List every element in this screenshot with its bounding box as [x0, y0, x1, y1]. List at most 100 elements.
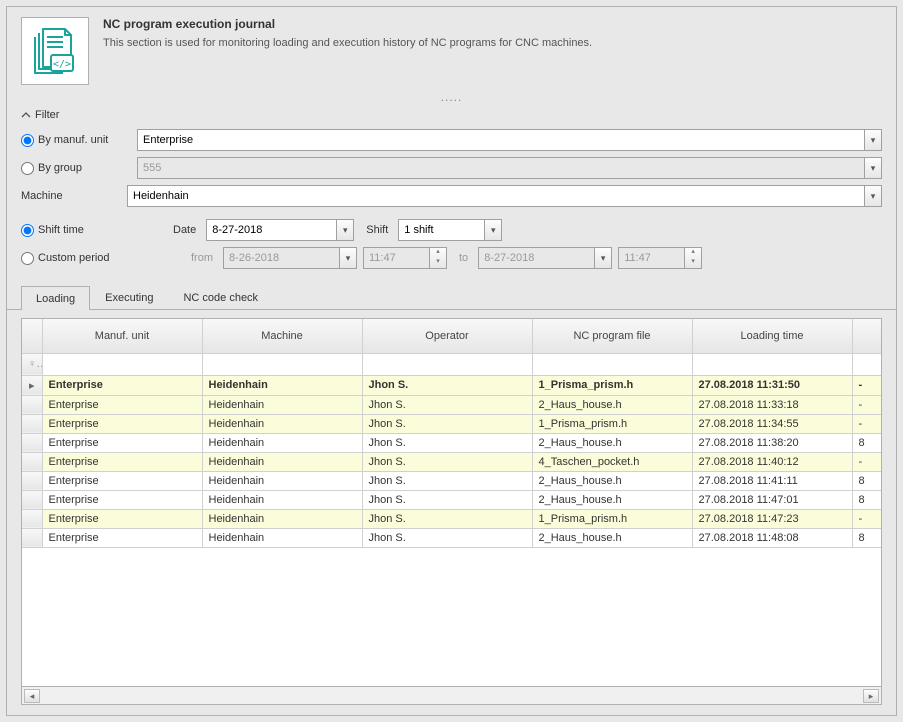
- grid-cell: Jhon S.: [362, 395, 532, 414]
- tab-executing[interactable]: Executing: [90, 285, 168, 309]
- input-shift[interactable]: [398, 219, 484, 241]
- grid-cell: Heidenhain: [202, 528, 362, 547]
- header-icon-box: </>: [21, 17, 89, 85]
- grid-cell: Heidenhain: [202, 452, 362, 471]
- grid-col-header[interactable]: NC program file: [532, 319, 692, 353]
- chevron-up-icon: [21, 110, 31, 120]
- grid-cell: Heidenhain: [202, 509, 362, 528]
- grid-filter-cell[interactable]: [532, 353, 692, 375]
- grid-cell: 2_Haus_house.h: [532, 395, 692, 414]
- input-from-date: [223, 247, 339, 269]
- grid-col-header[interactable]: Machine: [202, 319, 362, 353]
- label-to: to: [459, 252, 468, 264]
- radio-by-group[interactable]: [21, 162, 34, 175]
- tab-nc-code-check[interactable]: NC code check: [168, 285, 273, 309]
- table-row[interactable]: ▸EnterpriseHeidenhainJhon S.1_Prisma_pri…: [22, 375, 882, 395]
- input-date[interactable]: [206, 219, 336, 241]
- grid-cell: 27.08.2018 11:40:12: [692, 452, 852, 471]
- label-by-manuf-unit[interactable]: By manuf. unit: [38, 134, 108, 146]
- grid-col-header[interactable]: Operator: [362, 319, 532, 353]
- dropdown-button-from-date: ▾: [339, 247, 357, 269]
- grid-cell: Enterprise: [42, 414, 202, 433]
- input-machine[interactable]: [127, 185, 864, 207]
- grid-cell: Heidenhain: [202, 490, 362, 509]
- tabs: LoadingExecutingNC code check: [7, 285, 896, 310]
- scroll-left-arrow[interactable]: ◂: [24, 689, 40, 703]
- input-to-date: [478, 247, 594, 269]
- grid-cell: Jhon S.: [362, 509, 532, 528]
- input-from-time: [363, 247, 429, 269]
- grid-cell: Enterprise: [42, 528, 202, 547]
- grid-cell: 27.08.2018 11:34:55: [692, 414, 852, 433]
- row-indicator: [22, 509, 42, 528]
- label-shift-time[interactable]: Shift time: [38, 224, 84, 236]
- grid-cell: Enterprise: [42, 395, 202, 414]
- grid-header-row: Manuf. unitMachineOperatorNC program fil…: [22, 319, 882, 353]
- label-custom-period[interactable]: Custom period: [38, 252, 110, 264]
- table-row[interactable]: EnterpriseHeidenhainJhon S.2_Haus_house.…: [22, 471, 882, 490]
- grid-col-header[interactable]: [852, 319, 882, 353]
- label-machine: Machine: [21, 190, 121, 202]
- grid-table: Manuf. unitMachineOperatorNC program fil…: [22, 319, 882, 548]
- tab-loading[interactable]: Loading: [21, 286, 90, 310]
- table-row[interactable]: EnterpriseHeidenhainJhon S.1_Prisma_pris…: [22, 414, 882, 433]
- grid-cell: Enterprise: [42, 452, 202, 471]
- grid-cell: 2_Haus_house.h: [532, 433, 692, 452]
- grid-cell: 8: [852, 528, 882, 547]
- table-row[interactable]: EnterpriseHeidenhainJhon S.2_Haus_house.…: [22, 395, 882, 414]
- horizontal-scrollbar[interactable]: ◂ ▸: [22, 686, 881, 704]
- dropdown-button-manuf-unit[interactable]: ▾: [864, 129, 882, 151]
- filter-header-label: Filter: [35, 109, 59, 121]
- table-row[interactable]: EnterpriseHeidenhainJhon S.2_Haus_house.…: [22, 433, 882, 452]
- grid-cell: Heidenhain: [202, 414, 362, 433]
- grid-cell: 27.08.2018 11:47:01: [692, 490, 852, 509]
- dropdown-button-machine[interactable]: ▾: [864, 185, 882, 207]
- grid-cell: Jhon S.: [362, 375, 532, 395]
- grid-cell: -: [852, 395, 882, 414]
- grid-col-header[interactable]: Loading time: [692, 319, 852, 353]
- row-indicator: [22, 433, 42, 452]
- filter-row-custom-period: Custom period from ▾ ▴▾ to ▾ ▴▾: [21, 247, 882, 269]
- grid-cell: Jhon S.: [362, 528, 532, 547]
- combo-manuf-unit: ▾: [137, 129, 882, 151]
- splitter-handle[interactable]: .....: [7, 93, 896, 105]
- grid-cell: 27.08.2018 11:48:08: [692, 528, 852, 547]
- grid-cell: Enterprise: [42, 471, 202, 490]
- grid-filter-cell[interactable]: [42, 353, 202, 375]
- grid-filter-cell[interactable]: [362, 353, 532, 375]
- dropdown-button-group: ▾: [864, 157, 882, 179]
- radio-by-manuf-unit[interactable]: [21, 134, 34, 147]
- grid-col-indicator: [22, 319, 42, 353]
- table-row[interactable]: EnterpriseHeidenhainJhon S.2_Haus_house.…: [22, 528, 882, 547]
- header: </> NC program execution journal This se…: [7, 7, 896, 93]
- grid-col-header[interactable]: Manuf. unit: [42, 319, 202, 353]
- grid-filter-row: ♀: [22, 353, 882, 375]
- grid-cell: Jhon S.: [362, 414, 532, 433]
- table-row[interactable]: EnterpriseHeidenhainJhon S.1_Prisma_pris…: [22, 509, 882, 528]
- filter-row-machine: Machine ▾: [21, 185, 882, 207]
- radio-custom-period[interactable]: [21, 252, 34, 265]
- radio-shift-time[interactable]: [21, 224, 34, 237]
- label-by-group[interactable]: By group: [38, 162, 82, 174]
- filter-header-toggle[interactable]: Filter: [21, 109, 882, 121]
- grid-cell: 1_Prisma_prism.h: [532, 509, 692, 528]
- input-manuf-unit[interactable]: [137, 129, 864, 151]
- table-row[interactable]: EnterpriseHeidenhainJhon S.4_Taschen_poc…: [22, 452, 882, 471]
- dropdown-button-shift[interactable]: ▾: [484, 219, 502, 241]
- data-grid: Manuf. unitMachineOperatorNC program fil…: [21, 318, 882, 705]
- scroll-right-arrow[interactable]: ▸: [863, 689, 879, 703]
- label-shift: Shift: [366, 224, 388, 236]
- row-indicator: [22, 471, 42, 490]
- grid-cell: Enterprise: [42, 375, 202, 395]
- grid-filter-cell[interactable]: [202, 353, 362, 375]
- dropdown-button-date[interactable]: ▾: [336, 219, 354, 241]
- filter-row-indicator-icon[interactable]: ♀: [22, 353, 42, 375]
- grid-cell: 4_Taschen_pocket.h: [532, 452, 692, 471]
- table-row[interactable]: EnterpriseHeidenhainJhon S.2_Haus_house.…: [22, 490, 882, 509]
- grid-filter-cell[interactable]: [852, 353, 882, 375]
- grid-filter-cell[interactable]: [692, 353, 852, 375]
- grid-cell: Jhon S.: [362, 452, 532, 471]
- row-indicator: [22, 452, 42, 471]
- label-date: Date: [173, 224, 196, 236]
- grid-cell: Enterprise: [42, 433, 202, 452]
